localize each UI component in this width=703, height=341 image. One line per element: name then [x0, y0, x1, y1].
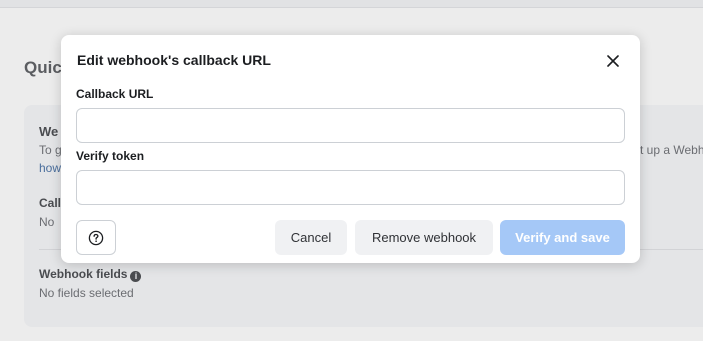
callback-url-label: Callback URL: [76, 87, 154, 101]
callback-url-input[interactable]: [76, 108, 625, 143]
verify-token-input[interactable]: [76, 170, 625, 205]
background-callback-label: Call: [39, 196, 62, 210]
top-navigation-bar: [0, 0, 703, 8]
background-card-text-right: t up a Webh: [640, 143, 703, 157]
remove-webhook-button[interactable]: Remove webhook: [355, 220, 493, 255]
background-callback-value: No: [39, 215, 55, 229]
close-icon: [607, 55, 619, 67]
webhook-fields-label: Webhook fields: [39, 267, 128, 281]
background-card-link[interactable]: how: [39, 161, 61, 175]
verify-token-label: Verify token: [76, 149, 145, 163]
help-button[interactable]: [76, 220, 116, 255]
cancel-button[interactable]: Cancel: [275, 220, 347, 255]
background-card-heading: We: [39, 124, 59, 139]
dialog-title: Edit webhook's callback URL: [77, 52, 271, 68]
background-section-title: Quic: [24, 58, 62, 77]
question-circle-icon: [88, 230, 104, 245]
verify-and-save-button[interactable]: Verify and save: [500, 220, 625, 255]
webhook-fields-value: No fields selected: [39, 286, 134, 300]
background-webhook-fields-heading: Webhook fields i: [39, 267, 142, 282]
info-icon[interactable]: i: [130, 271, 142, 282]
edit-webhook-dialog: Edit webhook's callback URL Callback URL…: [61, 35, 640, 263]
close-button[interactable]: [601, 49, 625, 73]
background-card-text-left: To g: [39, 143, 62, 157]
